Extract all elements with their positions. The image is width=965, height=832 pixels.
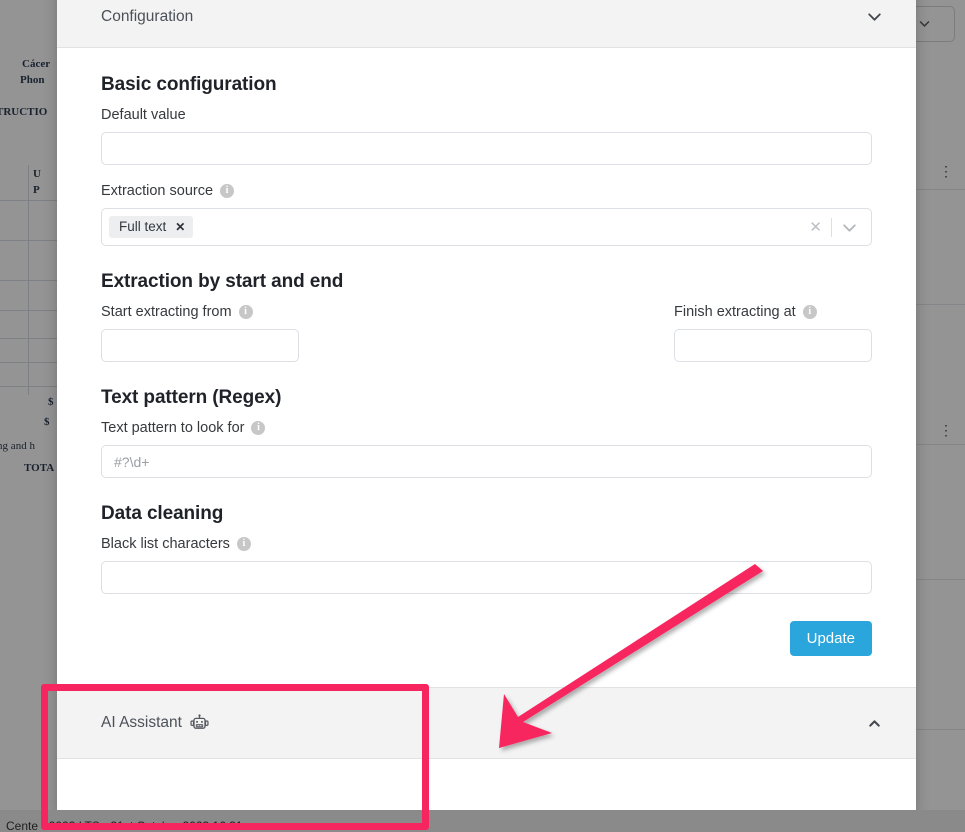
field-label-text-pattern: Text pattern to look for i — [101, 420, 872, 436]
tag-full-text[interactable]: Full text ✕ — [109, 216, 193, 238]
field-finish-extracting-at: Finish extracting at i — [674, 304, 872, 362]
start-extracting-from-input[interactable] — [101, 329, 299, 362]
info-icon[interactable]: i — [239, 305, 253, 319]
update-row: Update — [101, 621, 872, 656]
black-list-characters-input[interactable] — [101, 561, 872, 594]
field-label-black-list-characters: Black list characters i — [101, 536, 872, 552]
field-label-text: Extraction source — [101, 183, 213, 199]
field-label-extraction-source: Extraction source i — [101, 183, 872, 199]
default-value-input[interactable] — [101, 132, 872, 165]
update-button[interactable]: Update — [790, 621, 872, 656]
start-end-row: Start extracting from i Finish extractin… — [101, 304, 872, 362]
chevron-up-icon[interactable] — [866, 715, 883, 732]
field-extraction-source: Extraction source i Full text ✕ ✕ — [101, 183, 872, 246]
robot-icon — [190, 714, 209, 733]
info-icon[interactable]: i — [251, 421, 265, 435]
tag-label: Full text — [119, 220, 166, 234]
status-bar: Cente · 2023 LTS · 31st October 2023 16:… — [0, 810, 965, 832]
field-black-list-characters: Black list characters i — [101, 536, 872, 594]
chevron-down-icon[interactable] — [866, 8, 883, 25]
section-title-regex: Text pattern (Regex) — [101, 387, 872, 409]
close-icon[interactable]: ✕ — [175, 221, 185, 233]
screen: Cácer Phon TRUCTIO U P $ $ ing and h TOT… — [0, 0, 965, 832]
info-icon[interactable]: i — [220, 184, 234, 198]
configuration-modal: Configuration Basic configuration Defaul… — [57, 0, 916, 815]
ai-assistant-bar[interactable]: AI Assistant — [57, 687, 916, 759]
field-label-text: Finish extracting at — [674, 304, 796, 320]
field-label-text: Default value — [101, 107, 186, 123]
field-label-text: Text pattern to look for — [101, 420, 244, 436]
field-text-pattern: Text pattern to look for i — [101, 420, 872, 478]
section-title-basic: Basic configuration — [101, 74, 872, 96]
field-start-extracting-from: Start extracting from i — [101, 304, 299, 362]
field-label-finish-extracting-at: Finish extracting at i — [674, 304, 872, 320]
status-bar-text: Cente · 2023 LTS · 31st October 2023 16:… — [0, 819, 243, 832]
text-pattern-input[interactable] — [101, 445, 872, 478]
configuration-accordion-title: Configuration — [101, 8, 193, 26]
clear-icon[interactable]: ✕ — [800, 220, 831, 235]
select-divider — [831, 218, 832, 237]
info-icon[interactable]: i — [237, 537, 251, 551]
section-title-start-end: Extraction by start and end — [101, 271, 872, 293]
field-label-text: Black list characters — [101, 536, 230, 552]
section-title-data-cleaning: Data cleaning — [101, 503, 872, 525]
field-label-default-value: Default value — [101, 107, 872, 123]
finish-extracting-at-input[interactable] — [674, 329, 872, 362]
field-default-value: Default value — [101, 107, 872, 165]
ai-assistant-label-group: AI Assistant — [101, 714, 209, 733]
chevron-down-icon[interactable] — [841, 219, 858, 236]
modal-footer — [57, 759, 916, 815]
field-label-start-extracting-from: Start extracting from i — [101, 304, 299, 320]
extraction-source-select[interactable]: Full text ✕ ✕ — [101, 208, 872, 246]
field-label-text: Start extracting from — [101, 304, 232, 320]
ai-assistant-label: AI Assistant — [101, 714, 182, 732]
configuration-accordion-header[interactable]: Configuration — [57, 0, 916, 48]
configuration-form: Basic configuration Default value Extrac… — [57, 48, 916, 687]
info-icon[interactable]: i — [803, 305, 817, 319]
